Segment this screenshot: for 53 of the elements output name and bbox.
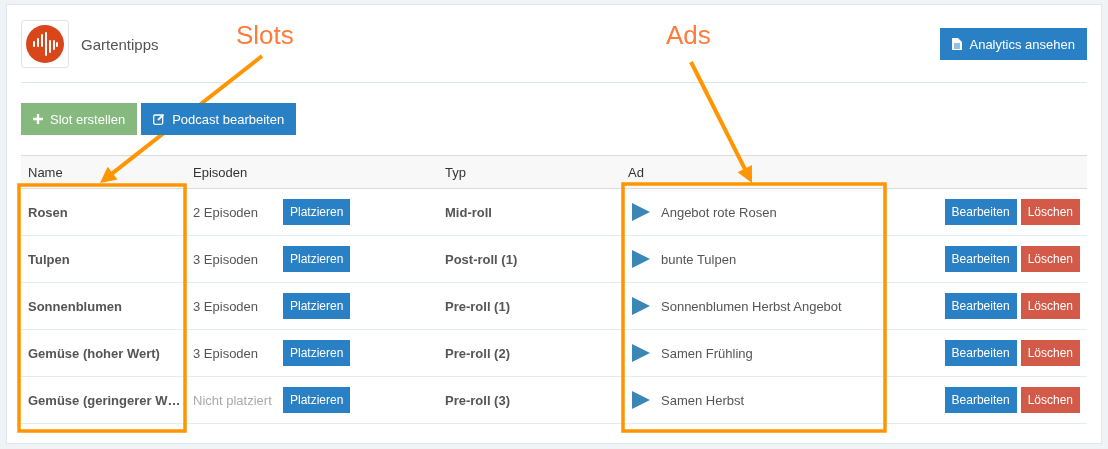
place-button[interactable]: Platzieren: [283, 387, 351, 413]
slot-type: Post-roll (1): [445, 251, 518, 267]
delete-button[interactable]: Löschen: [1020, 340, 1080, 366]
slot-name: Gemüse (hoher Wert): [28, 345, 160, 361]
edit-button[interactable]: Bearbeiten: [944, 340, 1017, 366]
column-header: Episoden: [193, 164, 248, 180]
slot-type: Pre-roll (3): [445, 392, 510, 408]
slot-type: Mid-roll: [445, 204, 492, 220]
play-icon[interactable]: [632, 391, 650, 409]
play-icon[interactable]: [632, 344, 650, 362]
slot-name: Rosen: [28, 204, 68, 220]
column-header: Name: [28, 164, 63, 180]
edit-button[interactable]: Bearbeiten: [944, 387, 1017, 413]
column-header: Ad: [628, 164, 644, 180]
podcast-title: Gartentipps: [81, 35, 159, 53]
place-button[interactable]: Platzieren: [283, 246, 351, 272]
play-icon[interactable]: [632, 250, 650, 268]
delete-button[interactable]: Löschen: [1020, 387, 1080, 413]
slot-type: Pre-roll (2): [445, 345, 510, 361]
edit-button[interactable]: Bearbeiten: [944, 246, 1017, 272]
edit-icon: [153, 113, 166, 125]
episode-count: Nicht platziert: [193, 392, 273, 408]
document-icon: [952, 38, 963, 50]
place-button[interactable]: Platzieren: [283, 293, 351, 319]
edit-button[interactable]: Bearbeiten: [944, 293, 1017, 319]
ad-name: Samen Herbst: [661, 392, 745, 408]
delete-button[interactable]: Löschen: [1020, 293, 1080, 319]
place-button[interactable]: Platzieren: [283, 199, 351, 225]
slot-name: Tulpen: [28, 251, 70, 267]
annotation-label: Ads: [666, 22, 711, 48]
column-header: Typ: [445, 164, 466, 180]
slot-name: Gemüse (geringerer W…: [28, 392, 181, 408]
play-icon[interactable]: [632, 203, 650, 221]
ad-name: Samen Frühling: [661, 345, 753, 361]
annotation-label: Slots: [236, 22, 294, 48]
episode-count: 3 Episoden: [193, 345, 260, 361]
edit-podcast-button[interactable]: Podcast bearbeiten: [141, 103, 297, 135]
slot-name: Sonnenblumen: [28, 298, 122, 314]
play-icon[interactable]: [632, 297, 650, 315]
plus-icon: [33, 114, 43, 124]
ad-name: bunte Tulpen: [661, 251, 737, 267]
create-slot-button[interactable]: Slot erstellen: [21, 103, 138, 135]
episode-count: 2 Episoden: [193, 204, 260, 220]
place-button[interactable]: Platzieren: [283, 340, 351, 366]
episode-count: 3 Episoden: [193, 251, 260, 267]
analytics-button[interactable]: Analytics ansehen: [940, 28, 1087, 60]
ad-name: Angebot rote Rosen: [661, 204, 777, 220]
ad-name: Sonnenblumen Herbst Angebot: [661, 298, 842, 314]
delete-button[interactable]: Löschen: [1020, 246, 1080, 272]
delete-button[interactable]: Löschen: [1020, 199, 1080, 225]
episode-count: 3 Episoden: [193, 298, 260, 314]
slot-type: Pre-roll (1): [445, 298, 510, 314]
edit-button[interactable]: Bearbeiten: [944, 199, 1017, 225]
